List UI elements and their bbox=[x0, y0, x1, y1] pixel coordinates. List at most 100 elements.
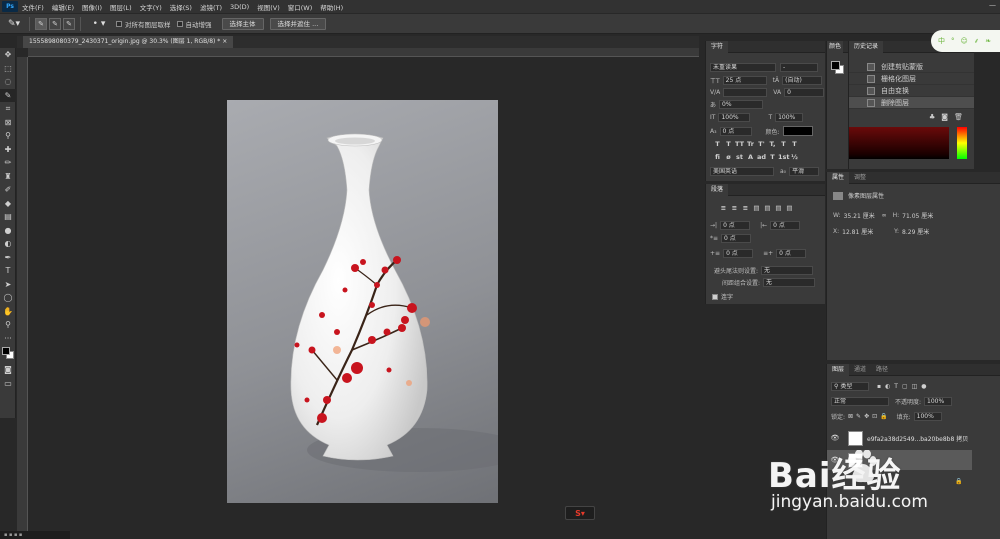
tab-layers[interactable]: 图层 bbox=[827, 363, 850, 376]
lasso-tool-icon[interactable]: ◌ bbox=[0, 75, 16, 89]
path-selection-tool-icon[interactable]: ➤ bbox=[0, 278, 16, 292]
healing-brush-tool-icon[interactable]: ✚ bbox=[0, 143, 16, 157]
crop-tool-icon[interactable]: ⌗ bbox=[0, 102, 16, 116]
kinsoku-select[interactable]: 无 bbox=[761, 266, 814, 275]
indent-left-field[interactable]: 0 点 bbox=[720, 221, 751, 230]
ordinal-icon[interactable]: T bbox=[767, 153, 778, 161]
color-foreground-swatch[interactable] bbox=[831, 61, 840, 70]
tab-history[interactable]: 历史记录 bbox=[849, 40, 884, 53]
marquee-tool-icon[interactable]: ⬚ bbox=[0, 62, 16, 76]
link-icon[interactable]: ∞ bbox=[882, 212, 887, 219]
history-item-selected[interactable]: 删除图层 bbox=[849, 97, 974, 109]
font-style-select[interactable]: - bbox=[780, 63, 818, 72]
menu-view[interactable]: 视图(V) bbox=[253, 2, 284, 12]
menu-image[interactable]: 图像(I) bbox=[78, 2, 106, 12]
layer-row[interactable]: 👁 e9fa2a38d2549...ba20be8b8 拷贝 bbox=[827, 428, 972, 448]
x-value[interactable]: 12.81 厘米 bbox=[842, 227, 894, 236]
antialias-select[interactable]: 平滑 bbox=[789, 167, 820, 176]
document-canvas[interactable] bbox=[227, 100, 498, 503]
subtract-from-selection-mode-icon[interactable]: ✎ bbox=[63, 17, 75, 30]
sogou-input-badge-icon[interactable]: S▾ bbox=[565, 506, 595, 520]
titling-icon[interactable]: ad bbox=[756, 153, 767, 161]
history-item[interactable]: 栅格化图层 bbox=[849, 73, 974, 85]
layer-filter-kind-select[interactable]: ⚲ 类型 bbox=[831, 382, 869, 391]
minimize-icon[interactable]: — bbox=[989, 1, 996, 9]
quick-selection-tool-icon[interactable]: ✎ bbox=[0, 88, 16, 102]
space-after-field[interactable]: 0 点 bbox=[776, 249, 807, 258]
align-right-icon[interactable]: ≡ bbox=[740, 204, 751, 212]
tsume-field[interactable]: 0% bbox=[719, 100, 764, 109]
fraction-icon[interactable]: 1st bbox=[778, 153, 790, 161]
subscript-button[interactable]: T, bbox=[767, 140, 778, 148]
checkbox-box[interactable] bbox=[176, 20, 183, 27]
justify-last-left-icon[interactable]: ▤ bbox=[751, 204, 762, 212]
width-value[interactable]: 35.21 厘米 bbox=[844, 211, 876, 220]
space-before-field[interactable]: 0 点 bbox=[723, 249, 754, 258]
baseline-shift-field[interactable]: 0 点 bbox=[719, 126, 752, 136]
lock-icons[interactable]: ⊠✎✥⊡🔒 bbox=[848, 413, 891, 420]
hue-slider[interactable] bbox=[957, 127, 967, 159]
alternates-icon[interactable]: A bbox=[745, 153, 756, 161]
fill-field[interactable]: 100% bbox=[913, 412, 942, 421]
brush-size-icon[interactable]: • ▾ bbox=[88, 16, 110, 32]
kerning-field[interactable] bbox=[723, 88, 768, 97]
menu-filter[interactable]: 滤镜(T) bbox=[196, 2, 226, 12]
blend-mode-select[interactable]: 正常 bbox=[831, 397, 889, 406]
ime-chinese-icon[interactable]: 中 bbox=[938, 36, 945, 46]
select-subject-button[interactable]: 选择主体 bbox=[221, 17, 264, 30]
document-tab[interactable]: 1555898080379_2430371_origin.jpg @ 30.3%… bbox=[23, 36, 234, 48]
gradient-tool-icon[interactable]: ▤ bbox=[0, 210, 16, 224]
auto-enhance-checkbox[interactable]: 自动增强 bbox=[176, 19, 212, 29]
frame-tool-icon[interactable]: ⊠ bbox=[0, 116, 16, 130]
tab-properties[interactable]: 属性 bbox=[827, 171, 850, 184]
all-caps-button[interactable]: TT bbox=[734, 140, 745, 148]
faux-italic-button[interactable]: T bbox=[723, 140, 734, 148]
vertical-scale-field[interactable]: 100% bbox=[718, 113, 751, 122]
sample-all-layers-checkbox[interactable]: 对所有图层取样 bbox=[116, 19, 171, 29]
new-selection-mode-icon[interactable]: ✎ bbox=[35, 17, 47, 30]
menu-help[interactable]: 帮助(H) bbox=[316, 2, 347, 12]
history-item[interactable]: 自由变换 bbox=[849, 85, 974, 97]
brush-tool-icon[interactable]: ✏ bbox=[0, 156, 16, 170]
tab-channels[interactable]: 通道 bbox=[849, 364, 871, 376]
select-and-mask-button[interactable]: 选择并遮住 ... bbox=[269, 17, 327, 30]
zoom-tool-icon[interactable]: ⚲ bbox=[0, 318, 16, 332]
align-center-icon[interactable]: ≡ bbox=[729, 204, 740, 212]
tab-paths[interactable]: 路径 bbox=[871, 364, 893, 376]
input-method-toolbar[interactable]: 中 ° ☺ ⸙ ❧ bbox=[931, 30, 1000, 52]
history-brush-tool-icon[interactable]: ✐ bbox=[0, 183, 16, 197]
ligature-icon[interactable]: fi bbox=[712, 153, 723, 161]
checkbox-box[interactable] bbox=[116, 20, 122, 27]
faux-bold-button[interactable]: T bbox=[712, 140, 723, 148]
y-value[interactable]: 8.29 厘米 bbox=[902, 227, 929, 236]
tracking-field[interactable]: 0 bbox=[784, 88, 825, 97]
horizontal-scale-field[interactable]: 100% bbox=[775, 113, 804, 122]
ime-skin-icon[interactable]: ⸙ bbox=[974, 37, 979, 46]
new-document-from-state-icon[interactable]: ♣ bbox=[929, 113, 935, 121]
history-item[interactable]: 创建剪贴蒙版 bbox=[849, 61, 974, 73]
menu-3d[interactable]: 3D(D) bbox=[226, 3, 253, 11]
photoshop-logo-icon[interactable]: Ps bbox=[2, 1, 18, 12]
menu-select[interactable]: 选择(S) bbox=[166, 2, 196, 12]
add-to-selection-mode-icon[interactable]: ✎ bbox=[49, 17, 61, 30]
strikethrough-button[interactable]: T bbox=[789, 140, 800, 148]
color-swatches[interactable] bbox=[0, 345, 16, 363]
more-tools-icon[interactable]: ··· bbox=[0, 332, 16, 346]
pen-tool-icon[interactable]: ✒ bbox=[0, 251, 16, 265]
foreground-color-swatch[interactable] bbox=[2, 347, 10, 355]
menu-type[interactable]: 文字(Y) bbox=[136, 2, 166, 12]
small-caps-button[interactable]: Tr bbox=[745, 140, 756, 148]
align-left-icon[interactable]: ≡ bbox=[718, 204, 729, 212]
ime-punctuation-icon[interactable]: ° bbox=[951, 37, 955, 45]
indent-right-field[interactable]: 0 点 bbox=[770, 221, 801, 230]
tab-adjustments[interactable]: 调整 bbox=[849, 172, 871, 184]
superscript-button[interactable]: T' bbox=[756, 140, 767, 148]
menu-window[interactable]: 窗口(W) bbox=[284, 2, 317, 12]
menu-edit[interactable]: 编辑(E) bbox=[48, 2, 78, 12]
justify-all-icon[interactable]: ▤ bbox=[784, 204, 795, 212]
clone-stamp-tool-icon[interactable]: ♜ bbox=[0, 170, 16, 184]
underline-button[interactable]: T bbox=[778, 140, 789, 148]
blur-tool-icon[interactable]: ● bbox=[0, 224, 16, 238]
justify-last-right-icon[interactable]: ▤ bbox=[773, 204, 784, 212]
opacity-field[interactable]: 100% bbox=[924, 397, 953, 406]
